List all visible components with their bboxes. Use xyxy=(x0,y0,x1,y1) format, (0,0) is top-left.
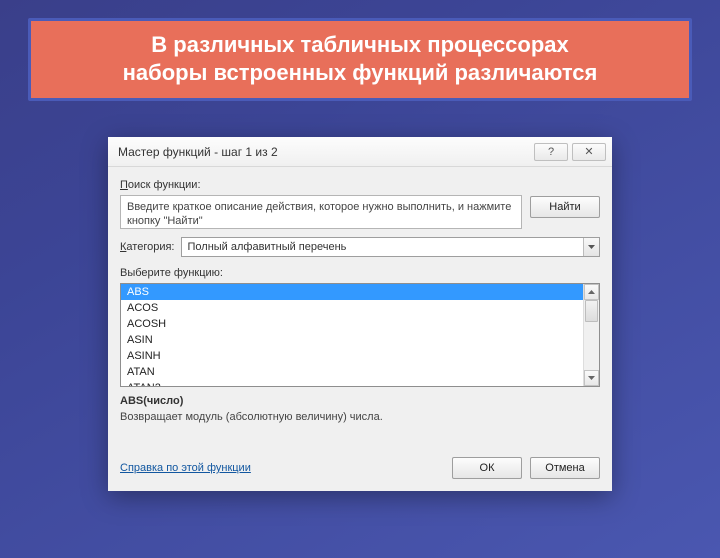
scroll-thumb[interactable] xyxy=(585,300,598,322)
dialog-body: Поиск функции: Введите краткое описание … xyxy=(108,167,612,491)
list-item[interactable]: ACOS xyxy=(121,300,599,316)
ok-button[interactable]: ОК xyxy=(452,457,522,479)
banner-line1: В различных табличных процессорах xyxy=(151,32,568,57)
help-button[interactable]: ? xyxy=(534,143,568,161)
select-function-label: Выберите функцию: xyxy=(120,267,600,279)
slide-title-banner: В различных табличных процессорах наборы… xyxy=(28,18,692,101)
list-item[interactable]: ABS xyxy=(121,284,599,300)
list-item[interactable]: ATAN xyxy=(121,364,599,380)
banner-line2: наборы встроенных функций различаются xyxy=(123,60,598,85)
scroll-up-button[interactable] xyxy=(584,284,599,300)
list-item[interactable]: ASINH xyxy=(121,348,599,364)
search-input[interactable]: Введите краткое описание действия, котор… xyxy=(120,195,522,229)
function-items: ABSACOSACOSHASINASINHATANATAN2 xyxy=(121,284,599,387)
help-icon: ? xyxy=(548,146,554,158)
function-description: Возвращает модуль (абсолютную величину) … xyxy=(120,411,600,423)
cancel-button[interactable]: Отмена xyxy=(530,457,600,479)
close-icon: ✕ xyxy=(584,145,593,158)
dialog-footer: Справка по этой функции ОК Отмена xyxy=(120,455,600,479)
scroll-down-button[interactable] xyxy=(584,370,599,386)
category-label: Категория: xyxy=(120,241,175,253)
function-signature: ABS(число) xyxy=(120,395,600,407)
dialog-title: Мастер функций - шаг 1 из 2 xyxy=(118,145,530,159)
list-item[interactable]: ASIN xyxy=(121,332,599,348)
scrollbar[interactable] xyxy=(583,284,599,386)
search-label: Поиск функции: xyxy=(120,179,600,191)
function-wizard-dialog: Мастер функций - шаг 1 из 2 ? ✕ Поиск фу… xyxy=(108,137,612,491)
chevron-down-icon xyxy=(583,238,599,256)
function-listbox[interactable]: ABSACOSACOSHASINASINHATANATAN2 xyxy=(120,283,600,387)
help-link[interactable]: Справка по этой функции xyxy=(120,462,452,474)
close-button[interactable]: ✕ xyxy=(572,143,606,161)
list-item[interactable]: ACOSH xyxy=(121,316,599,332)
function-description-block: ABS(число) Возвращает модуль (абсолютную… xyxy=(120,395,600,423)
scroll-track[interactable] xyxy=(584,300,599,370)
titlebar: Мастер функций - шаг 1 из 2 ? ✕ xyxy=(108,137,612,167)
find-button[interactable]: Найти xyxy=(530,196,600,218)
category-value: Полный алфавитный перечень xyxy=(188,241,347,253)
category-combobox[interactable]: Полный алфавитный перечень xyxy=(181,237,601,257)
list-item[interactable]: ATAN2 xyxy=(121,380,599,387)
